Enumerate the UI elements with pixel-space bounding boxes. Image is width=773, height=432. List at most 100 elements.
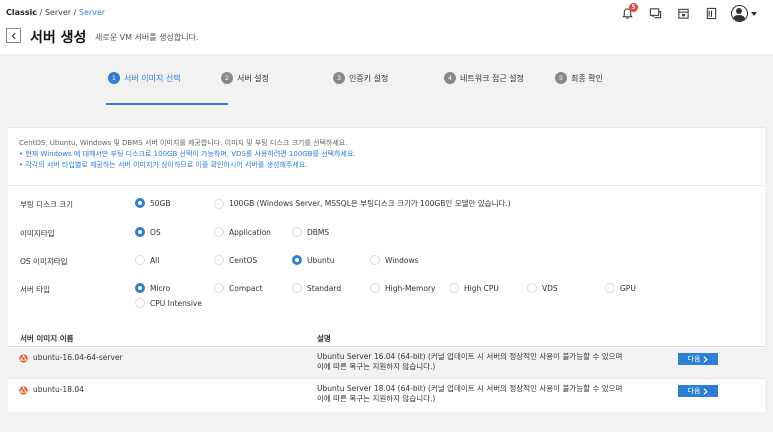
radio-image-os[interactable]: OS [135, 227, 161, 237]
step-label: 네트워크 접근 설정 [460, 74, 524, 83]
notification-button[interactable]: 5 [619, 2, 638, 22]
radio-label: OS [150, 227, 161, 237]
step-tabs: 1 서버 이미지 선택 2 서버 설정 3 인증키 설정 4 네트워크 접근 설… [8, 62, 765, 110]
radio-label: GPU [620, 283, 636, 293]
radio-server-high-cpu[interactable]: High CPU [449, 283, 499, 293]
radio-label: Windows [385, 255, 419, 265]
radio-server-compact[interactable]: Compact [214, 283, 263, 293]
radio-os-centos[interactable]: CentOS [214, 255, 257, 265]
step-4[interactable]: 4 네트워크 접근 설정 [444, 72, 530, 84]
column-header-description: 설명 [317, 334, 331, 343]
radio-dot [135, 298, 145, 308]
info-intro: CentOS, Ubuntu, Windows 및 DBMS 서버 이미지를 제… [19, 139, 348, 147]
docs-button[interactable] [703, 6, 719, 22]
radio-boot-100gb[interactable]: 100GB (Windows Server, MSSQL은 부팅디스크 크기가 … [214, 198, 511, 209]
radio-label: CPU Intensive [150, 298, 202, 308]
calendar-icon [677, 8, 689, 19]
step-1[interactable]: 1 서버 이미지 선택 [108, 72, 181, 84]
radio-label: All [150, 255, 160, 265]
step-number: 3 [333, 72, 345, 84]
column-header-name: 서버 이미지 이름 [20, 334, 74, 343]
radio-server-micro[interactable]: Micro [135, 283, 170, 293]
radio-label: Standard [307, 283, 342, 293]
info-bullet-2: • 각각의 서버 타입별로 제공하는 서버 이미지가 상이하므로 이를 확인하시… [19, 161, 308, 169]
radio-dot [605, 283, 615, 293]
image-name: ubuntu-18.04 [33, 385, 84, 394]
next-button-label: 다음 [687, 356, 701, 363]
radio-dot [292, 227, 302, 237]
radio-label: 50GB [150, 198, 171, 208]
next-button[interactable]: 다음 [678, 353, 718, 365]
chat-icon [649, 8, 661, 19]
breadcrumb-item-server[interactable]: Server [45, 8, 71, 17]
step-label: 인증키 설정 [349, 74, 389, 83]
radio-image-application[interactable]: Application [214, 227, 271, 237]
radio-server-standard[interactable]: Standard [292, 283, 341, 293]
radio-server-cpu-intensive[interactable]: CPU Intensive [135, 298, 202, 308]
next-button[interactable]: 다음 [678, 385, 718, 397]
radio-label: Ubuntu [307, 255, 335, 265]
step-3[interactable]: 3 인증키 설정 [333, 72, 388, 84]
step-number: 2 [221, 72, 233, 84]
radio-dot [214, 255, 224, 265]
caret-down-icon [751, 11, 757, 16]
step-5[interactable]: 5 최종 확인 [555, 72, 603, 84]
user-menu[interactable] [731, 5, 757, 22]
os-image-type-label: OS 이미지타입 [20, 257, 68, 266]
table-row[interactable]: ubuntu-18.04 Ubuntu Server 18.04 (64-bit… [8, 380, 765, 411]
chevron-right-icon [704, 355, 709, 363]
chevron-left-icon [11, 32, 16, 39]
step-label: 최종 확인 [571, 74, 603, 83]
radio-dot [135, 198, 145, 208]
calendar-button[interactable] [675, 6, 691, 22]
step-number: 4 [444, 72, 456, 84]
step-label: 서버 설정 [237, 74, 269, 83]
next-button-label: 다음 [687, 388, 701, 395]
radio-label: High-Memory [385, 283, 436, 293]
ubuntu-icon [19, 386, 28, 395]
boot-disk-label: 부팅 디스크 크기 [20, 200, 74, 209]
step-2[interactable]: 2 서버 설정 [221, 72, 269, 84]
radio-dot [214, 227, 224, 237]
chat-button[interactable] [647, 6, 663, 22]
radio-image-dbms[interactable]: DBMS [292, 227, 329, 237]
radio-dot [214, 198, 224, 209]
radio-server-gpu[interactable]: GPU [605, 283, 636, 293]
breadcrumb-separator: / [73, 8, 77, 17]
radio-label: Application [229, 227, 271, 237]
radio-dot [135, 255, 145, 265]
image-table-header: 서버 이미지 이름 설명 [8, 328, 765, 347]
table-row[interactable]: ubuntu-16.04-64-server Ubuntu Server 16.… [8, 348, 765, 379]
radio-boot-50gb[interactable]: 50GB [135, 198, 171, 208]
radio-label: Micro [150, 283, 171, 293]
radio-label: Compact [229, 283, 263, 293]
radio-dot [214, 283, 224, 293]
radio-os-all[interactable]: All [135, 255, 159, 265]
radio-os-ubuntu[interactable]: Ubuntu [292, 255, 334, 265]
ubuntu-icon [19, 354, 28, 363]
header-toolbar: 5 [619, 2, 757, 22]
radio-server-high-memory[interactable]: High-Memory [370, 283, 435, 293]
radio-dot [370, 283, 380, 293]
radio-dot [135, 283, 145, 293]
radio-label: DBMS [307, 227, 330, 237]
radio-dot [449, 283, 459, 293]
avatar [731, 5, 748, 22]
image-type-label: 이미지타입 [20, 229, 55, 238]
breadcrumb-separator: / [39, 8, 43, 17]
breadcrumb-item-classic[interactable]: Classic [6, 8, 37, 17]
radio-server-vds[interactable]: VDS [527, 283, 558, 293]
radio-label: VDS [542, 283, 558, 293]
image-description: Ubuntu Server 16.04 (64-bit) (커널 업데이트 시 … [317, 352, 623, 371]
image-selection-panel: CentOS, Ubuntu, Windows 및 DBMS 서버 이미지를 제… [8, 127, 765, 412]
radio-dot [292, 255, 302, 265]
top-bar: Classic / Server / Server 서버 생성 새로운 VM 서… [0, 0, 773, 54]
chevron-right-icon [704, 387, 709, 395]
breadcrumb-item-current: Server [78, 8, 106, 17]
info-text: CentOS, Ubuntu, Windows 및 DBMS 서버 이미지를 제… [19, 138, 356, 171]
radio-label: High CPU [464, 283, 499, 293]
breadcrumb: Classic / Server / Server [6, 8, 105, 17]
radio-os-windows[interactable]: Windows [370, 255, 418, 265]
back-button[interactable] [6, 28, 21, 43]
radio-dot [135, 227, 145, 237]
